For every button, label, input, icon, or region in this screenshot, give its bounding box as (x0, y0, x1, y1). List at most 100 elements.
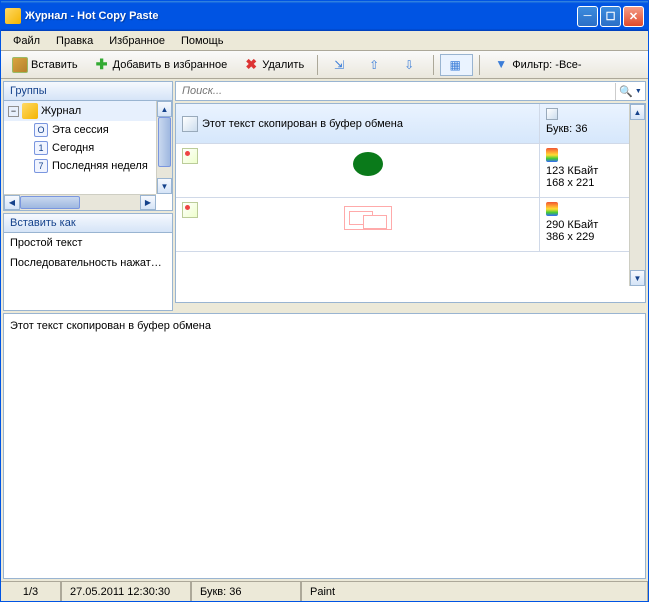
main-window: Журнал - Hot Copy Paste ─ ☐ ✕ Файл Правк… (0, 0, 649, 602)
tree-root-label: Журнал (41, 105, 81, 117)
clip-row[interactable]: Этот текст скопирован в буфер обмена Бук… (176, 104, 629, 144)
chevron-down-icon: ▼ (635, 88, 642, 95)
clip-thumbnail (344, 206, 392, 230)
paste-as-plain-text[interactable]: Простой текст (4, 233, 172, 253)
add-fav-label: Добавить в избранное (113, 59, 228, 71)
clips-grid: Этот текст скопирован в буфер обмена Бук… (175, 103, 646, 303)
menubar: Файл Правка Избранное Помощь (1, 31, 648, 51)
clip-meta-chars: Букв: 36 (546, 123, 623, 135)
search-bar: 🔍▼ (175, 81, 646, 101)
scrollbar-vertical[interactable]: ▲ ▼ (629, 104, 645, 286)
tree-icon: ⇲ (331, 57, 347, 73)
separator (479, 55, 480, 75)
paste-icon (12, 57, 28, 73)
scroll-left-button[interactable]: ◀ (4, 195, 20, 210)
clip-content-cell: Этот текст скопирован в буфер обмена (176, 104, 539, 143)
menu-edit[interactable]: Правка (48, 33, 101, 49)
badge: 1 (34, 141, 48, 155)
scroll-down-button[interactable]: ▼ (630, 270, 645, 286)
app-icon (5, 8, 21, 24)
tree-item-session[interactable]: О Эта сессия (4, 121, 156, 139)
minimize-button[interactable]: ─ (577, 6, 598, 27)
paste-as-list: Простой текст Последовательность нажати.… (4, 233, 172, 273)
filter-value: -Все- (555, 59, 581, 71)
groups-panel: Группы − Журнал О Эта сессия (3, 81, 173, 211)
move-down-button[interactable]: ⇩ (394, 54, 427, 76)
separator (317, 55, 318, 75)
paint-icon (546, 148, 558, 162)
menu-file[interactable]: Файл (5, 33, 48, 49)
status-app: Paint (301, 582, 648, 601)
add-favorite-button[interactable]: ✚ Добавить в избранное (87, 54, 235, 76)
clip-meta-dims: 386 x 229 (546, 231, 623, 243)
clip-content-cell (176, 198, 539, 251)
badge: 7 (34, 159, 48, 173)
clip-meta-cell: 123 КБайт 168 x 221 (539, 144, 629, 197)
groups-tree: − Журнал О Эта сессия 1 Сегодня (4, 101, 172, 210)
clip-meta-dims: 168 x 221 (546, 177, 623, 189)
scroll-up-button[interactable]: ▲ (157, 101, 172, 117)
maximize-button[interactable]: ☐ (600, 6, 621, 27)
status-index: 1/3 (1, 582, 61, 601)
preview-text: Этот текст скопирован в буфер обмена (10, 320, 211, 332)
tree-item-today[interactable]: 1 Сегодня (4, 139, 156, 157)
image-clip-icon (182, 148, 198, 164)
preview-pane: Этот текст скопирован в буфер обмена (3, 313, 646, 579)
view-toggle-button[interactable]: ▦ (440, 54, 473, 76)
tree-item-week[interactable]: 7 Последняя неделя (4, 157, 156, 175)
titlebar[interactable]: Журнал - Hot Copy Paste ─ ☐ ✕ (1, 1, 648, 31)
tree-item-label: Сегодня (52, 142, 94, 154)
right-column: 🔍▼ Этот текст скопирован в буфер обмена (175, 81, 646, 311)
separator (433, 55, 434, 75)
tree-toggle-button[interactable]: ⇲ (324, 54, 357, 76)
window-title: Журнал - Hot Copy Paste (25, 10, 575, 22)
note-icon (546, 108, 558, 120)
filter-button[interactable]: ▼ Фильтр: -Все- (486, 54, 588, 76)
view-icon: ▦ (447, 57, 463, 73)
search-icon: 🔍 (619, 85, 633, 98)
paste-as-keystrokes[interactable]: Последовательность нажати... (4, 253, 172, 273)
menu-favorites[interactable]: Избранное (101, 33, 173, 49)
collapse-icon[interactable]: − (8, 106, 19, 117)
clip-meta-cell: 290 КБайт 386 x 229 (539, 198, 629, 251)
tree-item-label: Последняя неделя (52, 160, 148, 172)
status-datetime: 27.05.2011 12:30:30 (61, 582, 191, 601)
toolbar: Вставить ✚ Добавить в избранное ✖ Удалит… (1, 51, 648, 79)
upper-pane: Группы − Журнал О Эта сессия (3, 81, 646, 311)
clip-row[interactable]: 290 КБайт 386 x 229 (176, 198, 629, 252)
menu-help[interactable]: Помощь (173, 33, 232, 49)
plus-icon: ✚ (94, 57, 110, 73)
status-bar: 1/3 27.05.2011 12:30:30 Букв: 36 Paint (1, 581, 648, 601)
clip-row[interactable]: 123 КБайт 168 x 221 (176, 144, 629, 198)
paint-icon (546, 202, 558, 216)
close-button[interactable]: ✕ (623, 6, 644, 27)
image-clip-icon (182, 202, 198, 218)
text-clip-icon (182, 116, 198, 132)
move-up-button[interactable]: ⇧ (359, 54, 392, 76)
scrollbar-vertical[interactable]: ▲ ▼ (156, 101, 172, 194)
search-button[interactable]: 🔍▼ (615, 83, 645, 100)
tree-item-label: Эта сессия (52, 124, 109, 136)
scroll-thumb[interactable] (158, 117, 171, 167)
delete-button[interactable]: ✖ Удалить (236, 54, 311, 76)
journal-icon (22, 103, 38, 119)
scroll-up-button[interactable]: ▲ (630, 104, 645, 120)
scrollbar-horizontal[interactable]: ◀ ▶ (4, 194, 156, 210)
left-column: Группы − Журнал О Эта сессия (3, 81, 173, 311)
tree-root-journal[interactable]: − Журнал (4, 101, 156, 121)
scroll-thumb[interactable] (20, 196, 80, 209)
clip-thumbnail (353, 152, 383, 176)
search-input[interactable] (176, 82, 615, 100)
delete-icon: ✖ (243, 57, 259, 73)
filter-label: Фильтр: (512, 59, 552, 71)
clip-meta-size: 123 КБайт (546, 165, 623, 177)
clip-content-cell (176, 144, 539, 197)
funnel-icon: ▼ (493, 57, 509, 73)
status-chars: Букв: 36 (191, 582, 301, 601)
arrow-up-icon: ⇧ (366, 57, 382, 73)
clip-meta-size: 290 КБайт (546, 219, 623, 231)
scroll-right-button[interactable]: ▶ (140, 195, 156, 210)
paste-button[interactable]: Вставить (5, 54, 85, 76)
clip-meta-cell: Букв: 36 (539, 104, 629, 143)
scroll-down-button[interactable]: ▼ (157, 178, 172, 194)
